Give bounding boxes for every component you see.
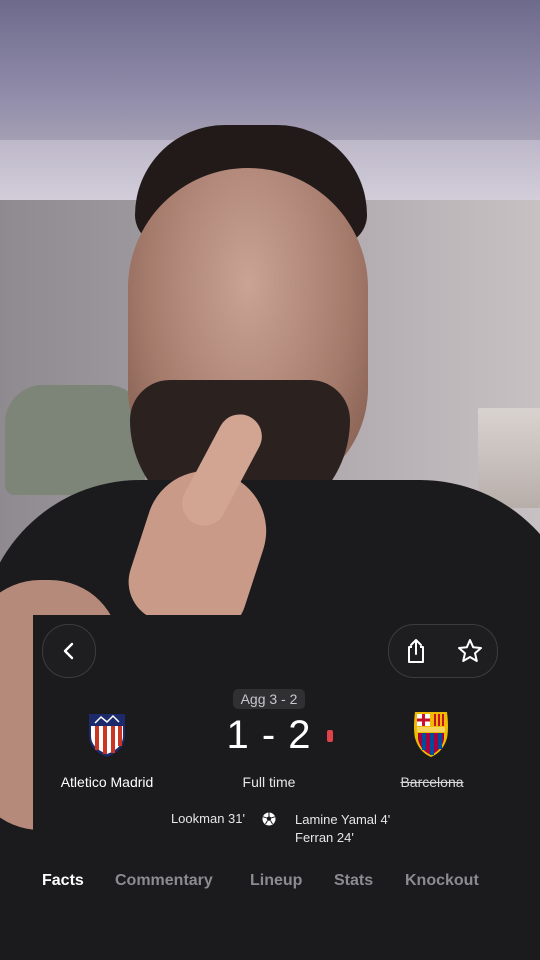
wall-poster: [478, 408, 540, 508]
star-icon: [458, 639, 482, 662]
tab-knockout[interactable]: Knockout: [405, 871, 479, 891]
away-scorer-2: Ferran 24': [295, 830, 354, 845]
share-button[interactable]: [389, 625, 443, 677]
away-team-name[interactable]: Barcelona: [385, 774, 479, 790]
chair-backrest: [5, 385, 145, 495]
home-goal-scorers: Lookman 31': [133, 811, 245, 826]
match-status: Full time: [242, 774, 296, 790]
match-score: 1 - 2: [226, 713, 312, 757]
match-tabs: Facts Commentary Lineup Stats Knockout: [33, 871, 507, 893]
atletico-madrid-crest: [89, 714, 125, 757]
chevron-left-icon: [63, 642, 74, 660]
back-button[interactable]: [42, 624, 96, 678]
match-score-card: Agg 3 - 2 1 - 2 Atletico Madrid Full tim…: [33, 615, 507, 901]
tab-lineup[interactable]: Lineup: [250, 871, 302, 891]
tab-facts[interactable]: Facts: [42, 871, 84, 891]
share-icon: [408, 639, 424, 663]
away-scorer-1: Lamine Yamal 4': [295, 812, 391, 827]
aggregate-badge: Agg 3 - 2: [233, 689, 305, 709]
home-team-name[interactable]: Atletico Madrid: [51, 774, 163, 790]
match-actions: [388, 624, 498, 678]
football-icon: [262, 812, 276, 826]
home-scorer-1: Lookman 31': [170, 811, 245, 826]
tab-commentary[interactable]: Commentary: [115, 871, 213, 891]
away-goal-scorers: Lamine Yamal 4' Ferran 24': [295, 811, 445, 847]
favorite-button[interactable]: [443, 625, 497, 677]
tab-stats[interactable]: Stats: [334, 871, 373, 891]
red-card-indicator: [327, 730, 333, 742]
barcelona-crest: [414, 712, 448, 757]
